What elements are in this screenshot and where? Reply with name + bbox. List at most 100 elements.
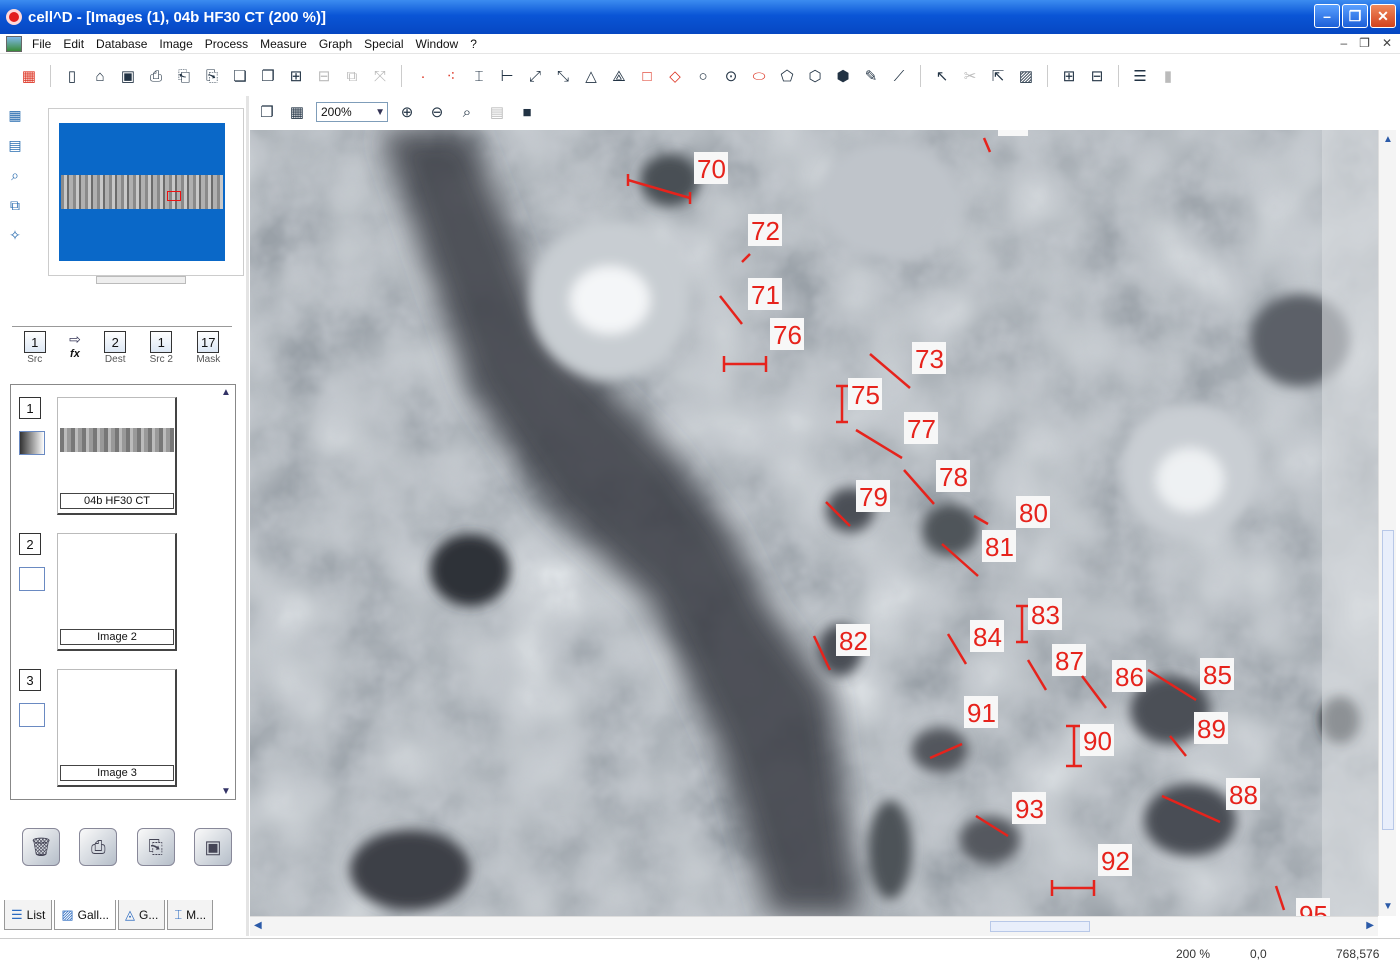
image-export-icon[interactable]: ▨ [1015,65,1037,87]
horizontal-scrollbar[interactable]: ◀ ▶ [250,916,1378,936]
menu-measure[interactable]: Measure [254,37,313,51]
zoom-out-icon[interactable]: ⊖ [426,101,448,123]
rectangle-tool-icon[interactable]: □ [636,65,658,87]
crop-icon[interactable]: ⊟ [313,65,335,87]
channel-function[interactable]: ⇨ fx [69,331,81,360]
horizontal-distance-icon[interactable]: ⊢ [496,65,518,87]
trash-icon[interactable]: 🗑 [22,828,60,866]
freehand-polygon-icon[interactable]: ⬢ [832,65,854,87]
menu-help[interactable]: ? [464,37,483,51]
point-tool-icon[interactable]: · [412,65,434,87]
table-view-icon[interactable]: ▦ [4,104,26,126]
diamond-tool-icon[interactable]: ◇ [664,65,686,87]
scroll-left-icon[interactable]: ◀ [254,920,262,931]
new-file-icon[interactable]: ▯ [61,65,83,87]
channel-mask[interactable]: 17 Mask [196,331,220,365]
polygon-tool-icon[interactable]: ⬠ [776,65,798,87]
tab-measure[interactable]: ⌶ M... [167,900,214,930]
grid-layout2-icon[interactable]: ⊟ [1086,65,1108,87]
menu-special[interactable]: Special [358,37,409,51]
layers-panel-icon[interactable]: ⧉ [4,194,26,216]
menu-database[interactable]: Database [90,37,153,51]
image-viewport[interactable]: 70 72 71 76 73 75 77 78 79 80 81 83 82 8… [250,130,1378,916]
navigator-canvas[interactable] [59,123,225,261]
mdi-restore-button[interactable]: ❐ [1359,36,1370,50]
gallery-item[interactable]: 1 04b HF30 CT [15,389,215,519]
gallery-thumbnail-frame[interactable]: Image 3 [57,669,177,787]
scroll-right-icon[interactable]: ▶ [1366,920,1374,931]
menu-graph[interactable]: Graph [313,37,358,51]
close-button[interactable]: ✕ [1370,4,1396,28]
arrange-icon[interactable]: ⊞ [285,65,307,87]
camera-icon[interactable]: ⎘ [201,65,223,87]
gallery-scrollbar[interactable]: ▲ ▼ [219,387,233,797]
scroll-up-icon[interactable]: ▲ [1383,134,1393,145]
micrograph-canvas[interactable]: 70 72 71 76 73 75 77 78 79 80 81 83 82 8… [250,130,1378,916]
arbitrary-distance-icon[interactable]: ⤢ [524,65,546,87]
lut-swatch[interactable] [19,703,45,727]
angle-icon[interactable]: △ [580,65,602,87]
angle2-icon[interactable]: ⟁ [608,65,630,87]
gallery-item[interactable]: 2 Image 2 [15,525,215,655]
menu-file[interactable]: File [26,37,57,51]
zoom-fit-icon[interactable]: ⌕ [456,101,478,123]
ellipse-tool-icon[interactable]: ⬭ [748,65,770,87]
lut-swatch[interactable] [19,431,45,455]
scroll-down-icon[interactable]: ▼ [219,786,233,797]
acquire-icon[interactable]: ⎗ [173,65,195,87]
device-icon[interactable]: ▣ [193,828,232,866]
open-file-icon[interactable]: ⌂ [89,65,111,87]
maximize-button[interactable]: ❐ [1342,4,1368,28]
channel-src2[interactable]: 1 Src 2 [150,331,173,365]
layers-icon[interactable]: ⧉ [341,65,363,87]
closed-polygon-tool-icon[interactable]: ⬡ [804,65,826,87]
printer-icon[interactable]: ⎘ [136,828,175,866]
scroll-down-icon[interactable]: ▼ [1383,901,1393,912]
vertical-scrollbar[interactable]: ▲ ▼ [1378,130,1396,916]
tab-list[interactable]: ☰ List [4,900,53,930]
delete-measure-icon[interactable]: ✂ [959,65,981,87]
paste-icon[interactable]: ❐ [257,65,279,87]
save-icon[interactable]: ▣ [117,65,139,87]
menu-image[interactable]: Image [153,37,198,51]
circle-tool-icon[interactable]: ○ [692,65,714,87]
menu-edit[interactable]: Edit [57,37,90,51]
scanner-icon[interactable]: ⎙ [79,828,118,866]
grid-layout-icon[interactable]: ⊞ [1058,65,1080,87]
polyline-distance-icon[interactable]: ⤡ [552,65,574,87]
gallery-item[interactable]: 3 Image 3 [15,661,215,791]
scrollbar-thumb[interactable] [1382,530,1394,830]
fullscreen-icon[interactable]: ■ [516,101,538,123]
circle-center-tool-icon[interactable]: ⊙ [720,65,742,87]
vertical-distance-icon[interactable]: ⌶ [468,65,490,87]
document-icon[interactable] [6,35,22,52]
menu-window[interactable]: Window [410,37,465,51]
magic-wand-icon[interactable]: ⟋ [888,65,910,87]
zoom-select[interactable]: 200% ▼ [316,102,388,122]
list-icon[interactable]: ☰ [1129,65,1151,87]
fit-icon[interactable]: ⤧ [369,65,391,87]
table-icon[interactable]: ▦ [286,101,308,123]
mdi-close-button[interactable]: ✕ [1382,36,1392,50]
mdi-minimize-button[interactable]: – [1340,36,1347,50]
panel-splitter[interactable] [246,96,249,936]
navigator-scrollbar[interactable] [96,276,186,284]
window-icon[interactable]: ❐ [256,101,278,123]
print-icon[interactable]: ⎙ [145,65,167,87]
gallery-thumbnail-frame[interactable]: 04b HF30 CT [57,397,177,515]
scrollbar-thumb[interactable] [990,921,1090,932]
gallery-thumbnail-frame[interactable]: Image 2 [57,533,177,651]
menu-process[interactable]: Process [199,37,254,51]
search-icon[interactable]: ⌕ [4,164,26,186]
scroll-up-icon[interactable]: ▲ [219,387,233,398]
copy-icon[interactable]: ❏ [229,65,251,87]
database-icon[interactable]: ▦ [18,65,40,87]
properties-icon[interactable]: ▤ [4,134,26,156]
navigator-icon[interactable]: ✧ [4,224,26,246]
lut-swatch[interactable] [19,567,45,591]
channel-src[interactable]: 1 Src [23,331,46,365]
export-icon[interactable]: ⇱ [987,65,1009,87]
minimize-button[interactable]: – [1314,4,1340,28]
book-icon[interactable]: ▮ [1157,65,1179,87]
select-arrow-icon[interactable]: ↖ [931,65,953,87]
